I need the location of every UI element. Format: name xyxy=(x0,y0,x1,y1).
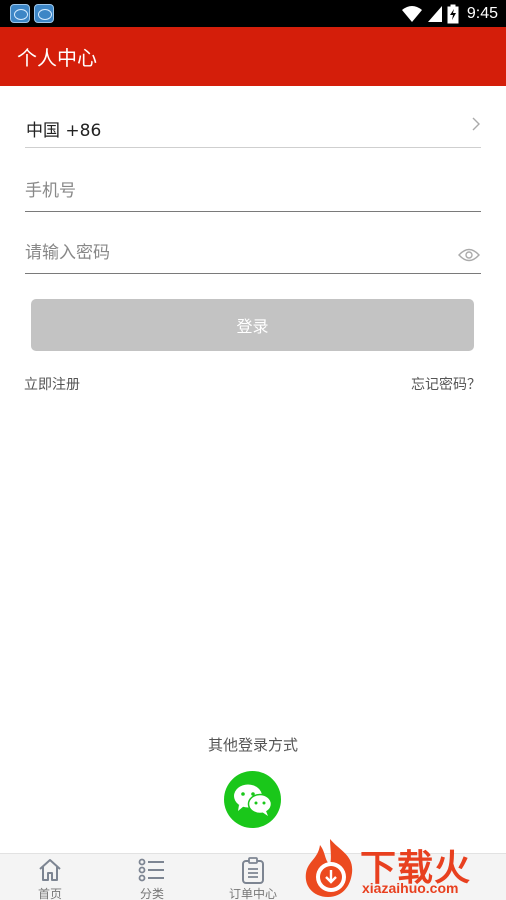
clipboard-icon xyxy=(242,857,264,884)
nav-label-category: 分类 xyxy=(139,887,164,900)
battery-charging-icon xyxy=(447,4,459,23)
phone-field xyxy=(25,172,481,212)
chevron-right-icon xyxy=(472,117,480,131)
password-field xyxy=(25,234,481,274)
status-bar: 9:45 xyxy=(0,0,506,27)
nav-item-category[interactable]: 分类 xyxy=(112,854,192,900)
list-icon xyxy=(138,858,164,882)
nav-label-home: 首页 xyxy=(37,887,62,900)
cellular-signal-icon xyxy=(427,5,442,22)
watermark-logo: 下载火 xiazaihuo.com xyxy=(298,833,506,900)
country-code-value: 中国 +86 xyxy=(26,121,102,141)
screen: 9:45 个人中心 中国 +86 登录 立即注册 忘记密码？ 其他登录方式 xyxy=(0,0,506,900)
flame-logo-icon xyxy=(305,839,353,897)
register-link[interactable]: 立即注册 xyxy=(24,374,80,394)
other-login-label: 其他登录方式 xyxy=(207,736,298,754)
home-icon xyxy=(39,859,61,881)
wechat-login-button[interactable] xyxy=(224,771,281,828)
forgot-password-link[interactable]: 忘记密码？ xyxy=(411,374,481,394)
phone-input[interactable] xyxy=(25,176,445,206)
watermark-url: xiazaihuo.com xyxy=(362,880,459,896)
app-notification-icon xyxy=(10,4,30,23)
nav-label-orders: 订单中心 xyxy=(228,887,277,900)
login-button[interactable]: 登录 xyxy=(31,299,474,351)
eye-icon[interactable] xyxy=(458,248,480,262)
password-input[interactable] xyxy=(25,238,445,268)
nav-item-home[interactable]: 首页 xyxy=(10,854,90,900)
wifi-icon xyxy=(401,5,422,22)
nav-item-orders[interactable]: 订单中心 xyxy=(213,854,293,900)
status-time: 9:45 xyxy=(466,4,498,22)
app-notification-icon xyxy=(34,4,54,23)
wechat-icon xyxy=(233,784,272,816)
status-indicators: 9:45 xyxy=(401,0,498,27)
page-title: 个人中心 xyxy=(17,46,97,70)
country-code-selector[interactable]: 中国 +86 xyxy=(25,108,481,148)
app-bar: 个人中心 xyxy=(0,27,506,86)
